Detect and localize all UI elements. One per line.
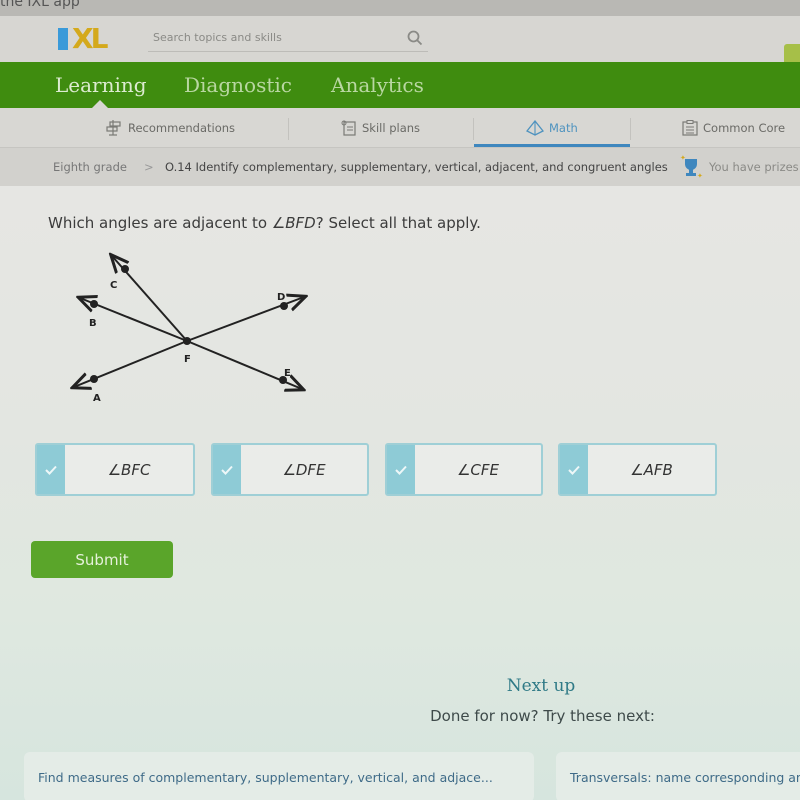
question-angle: ∠BFD — [271, 214, 316, 232]
subnav-math[interactable]: Math — [526, 108, 578, 148]
recommendation-card[interactable]: Transversals: name corresponding angles — [556, 752, 800, 800]
ixl-logo[interactable]: XL — [58, 22, 132, 55]
logo-xl-text: XL — [72, 22, 108, 55]
breadcrumb-grade[interactable]: Eighth grade — [53, 160, 127, 174]
breadcrumb-skill: O.14 Identify complementary, supplementa… — [165, 160, 668, 174]
logo-i-bar — [58, 28, 68, 50]
choice-option[interactable]: ∠AFB — [558, 443, 717, 496]
clipboard-icon — [341, 120, 356, 136]
choice-label: ∠CFE — [456, 460, 500, 479]
question-prompt: Which angles are adjacent to ∠BFD? Selec… — [48, 214, 481, 232]
prizes-link[interactable]: You have prizes — [709, 160, 799, 174]
check-icon — [45, 465, 57, 475]
check-icon — [395, 465, 407, 475]
subnav-common-core[interactable]: Common Core — [682, 108, 785, 148]
question-prefix: Which angles are adjacent to — [48, 214, 272, 232]
angle-diagram: C B D F E A — [60, 246, 320, 404]
choice-option[interactable]: ∠BFC — [35, 443, 195, 496]
divider — [473, 118, 474, 140]
point-c — [121, 265, 129, 273]
subnav-common-core-label: Common Core — [703, 121, 786, 135]
next-up-subtitle: Done for now? Try these next: — [430, 707, 655, 725]
label-d: D — [277, 292, 285, 303]
subnav-recommendations-label: Recommendations — [128, 121, 236, 135]
checkbox[interactable] — [37, 445, 65, 494]
main-nav: Learning Diagnostic Analytics — [0, 62, 800, 108]
breadcrumb: Eighth grade > O.14 Identify complementa… — [0, 148, 800, 186]
active-subnav-underline — [474, 144, 630, 147]
point-d — [280, 302, 288, 310]
subnav-skill-plans-label: Skill plans — [362, 121, 421, 135]
submit-button[interactable]: Submit — [31, 541, 173, 578]
choice-option[interactable]: ∠CFE — [385, 443, 543, 496]
app-title-bar: the IXL app — [0, 0, 800, 16]
breadcrumb-separator: > — [144, 160, 154, 174]
divider — [288, 118, 289, 140]
choice-label: ∠DFE — [282, 460, 326, 479]
recommendation-card[interactable]: Find measures of complementary, suppleme… — [24, 752, 534, 800]
checkbox[interactable] — [387, 445, 415, 494]
pyramid-icon — [526, 120, 544, 136]
checkbox[interactable] — [213, 445, 241, 494]
svg-text:✦: ✦ — [680, 154, 686, 162]
subnav-math-label: Math — [549, 121, 578, 135]
svg-text:✦: ✦ — [697, 172, 703, 180]
label-b: B — [89, 318, 97, 329]
divider — [630, 118, 631, 140]
next-up-heading: Next up — [506, 676, 576, 696]
signpost-icon — [106, 120, 121, 136]
checkbox[interactable] — [560, 445, 588, 494]
search-icon[interactable] — [406, 29, 424, 47]
search-input[interactable] — [148, 31, 398, 44]
subnav-recommendations[interactable]: Recommendations — [105, 108, 235, 148]
top-header: XL — [0, 16, 800, 70]
trophy-icon[interactable]: ✦ ✦ — [678, 154, 704, 180]
point-b — [90, 300, 98, 308]
active-tab-caret — [92, 100, 108, 108]
nav-tab-analytics[interactable]: Analytics — [331, 73, 424, 97]
nav-tab-learning[interactable]: Learning — [55, 73, 147, 97]
recommendation-title: Transversals: name corresponding angles — [570, 769, 800, 785]
point-f — [183, 337, 191, 345]
choice-label: ∠AFB — [630, 460, 673, 479]
check-icon — [568, 465, 580, 475]
label-e: E — [284, 368, 291, 379]
label-c: C — [110, 280, 117, 291]
nav-tab-diagnostic[interactable]: Diagnostic — [184, 73, 292, 97]
subnav-skill-plans[interactable]: Skill plans — [341, 108, 420, 148]
point-a — [90, 375, 98, 383]
list-icon — [682, 120, 698, 136]
choice-option[interactable]: ∠DFE — [211, 443, 369, 496]
search-box — [148, 24, 428, 52]
app-title: the IXL app — [0, 0, 80, 10]
recommendation-title: Find measures of complementary, suppleme… — [38, 769, 493, 785]
question-suffix: ? Select all that apply. — [315, 214, 481, 232]
check-icon — [221, 465, 233, 475]
sub-nav: Recommendations Skill plans Math Common … — [0, 108, 800, 148]
practice-area: Which angles are adjacent to ∠BFD? Selec… — [0, 186, 800, 800]
label-f: F — [184, 354, 191, 365]
choice-label: ∠BFC — [107, 460, 151, 479]
label-a: A — [93, 393, 101, 404]
